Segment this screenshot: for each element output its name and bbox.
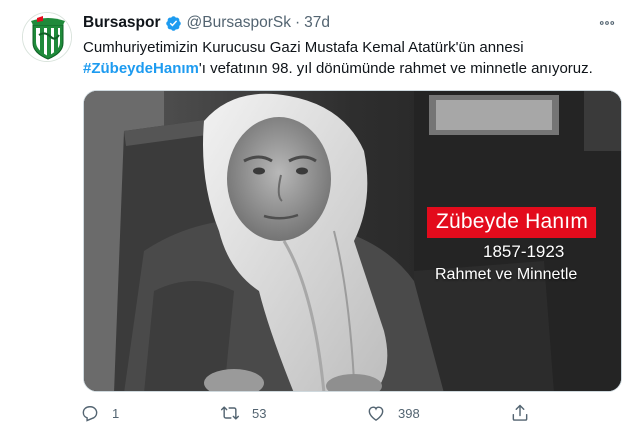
tweet-text-line-2-rest: 'ı vefatının 98. yıl dönümünde rahmet ve…	[198, 60, 593, 77]
retweet-icon	[220, 406, 240, 420]
separator-dot: ·	[295, 14, 301, 31]
account-handle[interactable]: @BursasporSk	[187, 14, 291, 32]
tweet-text: Cumhuriyetimizin Kurucusu Gazi Mustafa K…	[83, 37, 628, 79]
more-options-icon[interactable]	[594, 13, 620, 33]
retweet-button[interactable]: 53	[220, 403, 266, 423]
retweet-count: 53	[252, 405, 267, 421]
caption-motto: Rahmet ve Minnetle	[435, 266, 578, 283]
account-name[interactable]: Bursaspor	[83, 14, 161, 32]
like-button[interactable]: 398	[366, 403, 420, 423]
share-button[interactable]	[510, 403, 530, 423]
caption-years: 1857-1923	[483, 242, 565, 261]
reply-count: 1	[112, 405, 120, 421]
tweet-header: Bursaspor @BursasporSk · 37d	[83, 11, 620, 35]
like-count: 398	[398, 405, 420, 421]
share-icon	[512, 404, 528, 421]
tweet-text-line-2: #ZübeydeHanım'ı vefatının 98. yıl dönümü…	[83, 58, 628, 79]
tweet-actions: 1 53 398	[76, 399, 546, 427]
heart-icon	[368, 406, 384, 421]
tweet-card[interactable]: Bursaspor @BursasporSk · 37d Cumhuriyeti…	[0, 0, 640, 436]
reply-icon	[82, 406, 98, 422]
image-caption: Zübeyde Hanım 1857-1923 Rahmet ve Minnet…	[424, 207, 614, 284]
tweet-media-image[interactable]: Zübeyde Hanım 1857-1923 Rahmet ve Minnet…	[83, 90, 622, 392]
hashtag-link[interactable]: #ZübeydeHanım	[83, 60, 199, 77]
tweet-text-line-1: Cumhuriyetimizin Kurucusu Gazi Mustafa K…	[83, 39, 524, 56]
verified-badge-icon	[165, 15, 182, 32]
bursaspor-crest-icon[interactable]	[22, 12, 72, 62]
reply-button[interactable]: 1	[80, 403, 119, 423]
caption-name: Zübeyde Hanım	[427, 207, 597, 238]
tweet-timestamp[interactable]: 37d	[304, 14, 330, 32]
